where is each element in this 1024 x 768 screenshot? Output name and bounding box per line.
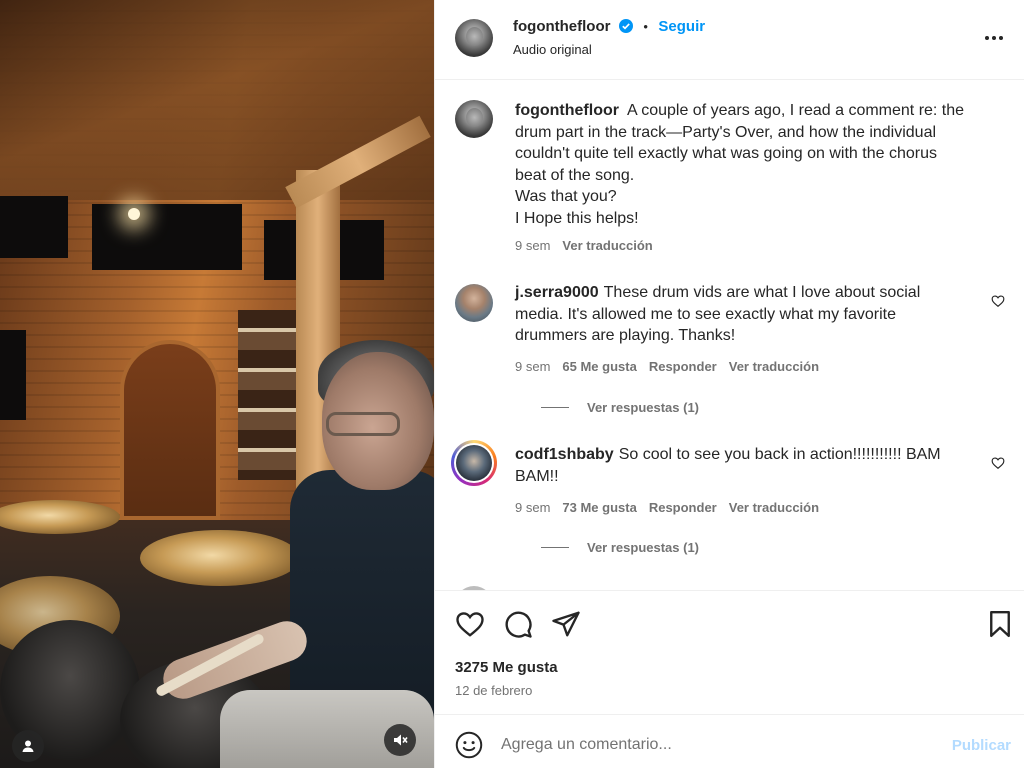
caption-line: beat of the song. — [515, 166, 635, 184]
bookmark-icon[interactable] — [985, 609, 1015, 639]
comment-line: media. It's allowed me to see exactly wh… — [515, 305, 896, 323]
comment-like-icon[interactable] — [991, 456, 1005, 470]
more-options-icon — [985, 36, 1003, 40]
comment-like-icon[interactable] — [991, 294, 1005, 308]
video-cymbal — [0, 500, 120, 534]
heart-icon[interactable] — [455, 609, 485, 639]
caption-time[interactable]: 9 sem — [515, 238, 550, 253]
video-cymbal — [140, 530, 300, 586]
post-date[interactable]: 12 de febrero — [455, 683, 532, 698]
caption-meta: 9 sem Ver traducción — [515, 238, 653, 253]
mute-button[interactable] — [384, 724, 416, 756]
caption-line: Was that you? — [515, 188, 617, 205]
video-person-glasses — [326, 412, 400, 436]
view-replies-button[interactable]: Ver respuestas (1) — [541, 540, 699, 555]
translate-button[interactable]: Ver traducción — [729, 500, 819, 515]
video-window — [0, 330, 26, 420]
commenter-avatar — [456, 445, 492, 481]
video-bookshelf — [238, 310, 296, 480]
caption-avatar[interactable] — [455, 100, 493, 138]
commenter-avatar[interactable] — [455, 284, 493, 322]
view-replies-label: Ver respuestas (1) — [587, 540, 700, 555]
comment-text: j.serra9000 These drum vids are what I lo… — [515, 282, 920, 347]
add-comment-bar: Publicar — [435, 714, 1024, 768]
comment-icon[interactable] — [503, 609, 533, 639]
comment-meta: 9 sem 65 Me gusta Responder Ver traducci… — [515, 359, 819, 374]
share-icon[interactable] — [551, 609, 581, 639]
comments-list[interactable]: fogonthefloor A couple of years ago, I re… — [435, 80, 1024, 590]
caption-translate-button[interactable]: Ver traducción — [562, 238, 652, 253]
commenter-story-ring[interactable] — [451, 440, 497, 486]
comment-line: drummers are playing. Thanks! — [515, 327, 736, 344]
comment-line: These drum vids are what I love about so… — [603, 284, 921, 301]
caption-line: I Hope this helps! — [515, 209, 639, 227]
translate-button[interactable]: Ver traducción — [729, 359, 819, 374]
user-tag-icon — [22, 740, 34, 752]
comment-input[interactable] — [501, 731, 931, 759]
comment-time[interactable]: 9 sem — [515, 359, 550, 374]
emoji-icon[interactable] — [455, 731, 483, 759]
author-avatar[interactable] — [455, 19, 493, 57]
video-window — [92, 204, 242, 270]
comment-meta: 9 sem 73 Me gusta Responder Ver traducci… — [515, 500, 819, 515]
commenter-username[interactable]: codf1shbaby — [515, 446, 614, 463]
video-window — [0, 196, 68, 258]
author-username[interactable]: fogonthefloor — [513, 18, 610, 35]
likes-count[interactable]: 3275 Me gusta — [455, 659, 558, 676]
tagged-users-button[interactable] — [12, 730, 44, 762]
comment-line: BAM!! — [515, 467, 559, 485]
commenter-username[interactable]: j.serra9000 — [515, 284, 599, 301]
post-details-panel: fogonthefloor • Seguir Audio original fo… — [434, 0, 1024, 768]
caption-username[interactable]: fogonthefloor — [515, 102, 619, 119]
view-replies-button[interactable]: Ver respuestas (1) — [541, 400, 699, 415]
post-video[interactable] — [0, 0, 434, 768]
separator-dot: • — [643, 19, 648, 34]
comment-text: codf1shbaby So cool to see you back in ac… — [515, 444, 941, 487]
reply-button[interactable]: Responder — [649, 500, 717, 515]
replies-divider — [541, 407, 569, 408]
caption-line: couldn't quite tell exactly what was goi… — [515, 145, 937, 162]
caption-text: fogonthefloor A couple of years ago, I re… — [515, 100, 964, 229]
view-replies-label: Ver respuestas (1) — [587, 400, 700, 415]
caption-line: A couple of years ago, I read a comment … — [626, 102, 965, 119]
comment-likes[interactable]: 65 Me gusta — [562, 359, 636, 374]
comment-line: So cool to see you back in action!!!!!!!… — [618, 446, 941, 463]
verified-badge-icon — [618, 19, 633, 33]
muted-speaker-icon — [394, 734, 408, 746]
video-lamp — [128, 208, 140, 220]
video-ceiling — [0, 0, 434, 200]
follow-button[interactable]: Seguir — [658, 18, 705, 35]
author-line: fogonthefloor • Seguir — [513, 18, 705, 36]
video-door — [120, 340, 220, 520]
replies-divider — [541, 547, 569, 548]
comment-likes[interactable]: 73 Me gusta — [562, 500, 636, 515]
more-options-button[interactable] — [982, 26, 1006, 50]
post-actions: 3275 Me gusta 12 de febrero — [435, 590, 1024, 714]
audio-label[interactable]: Audio original — [513, 42, 592, 57]
caption-line: drum part in the track—Party's Over, and… — [515, 123, 937, 141]
publish-button[interactable]: Publicar — [952, 737, 1011, 754]
reply-button[interactable]: Responder — [649, 359, 717, 374]
post-header: fogonthefloor • Seguir Audio original — [435, 0, 1024, 80]
comment-time[interactable]: 9 sem — [515, 500, 550, 515]
